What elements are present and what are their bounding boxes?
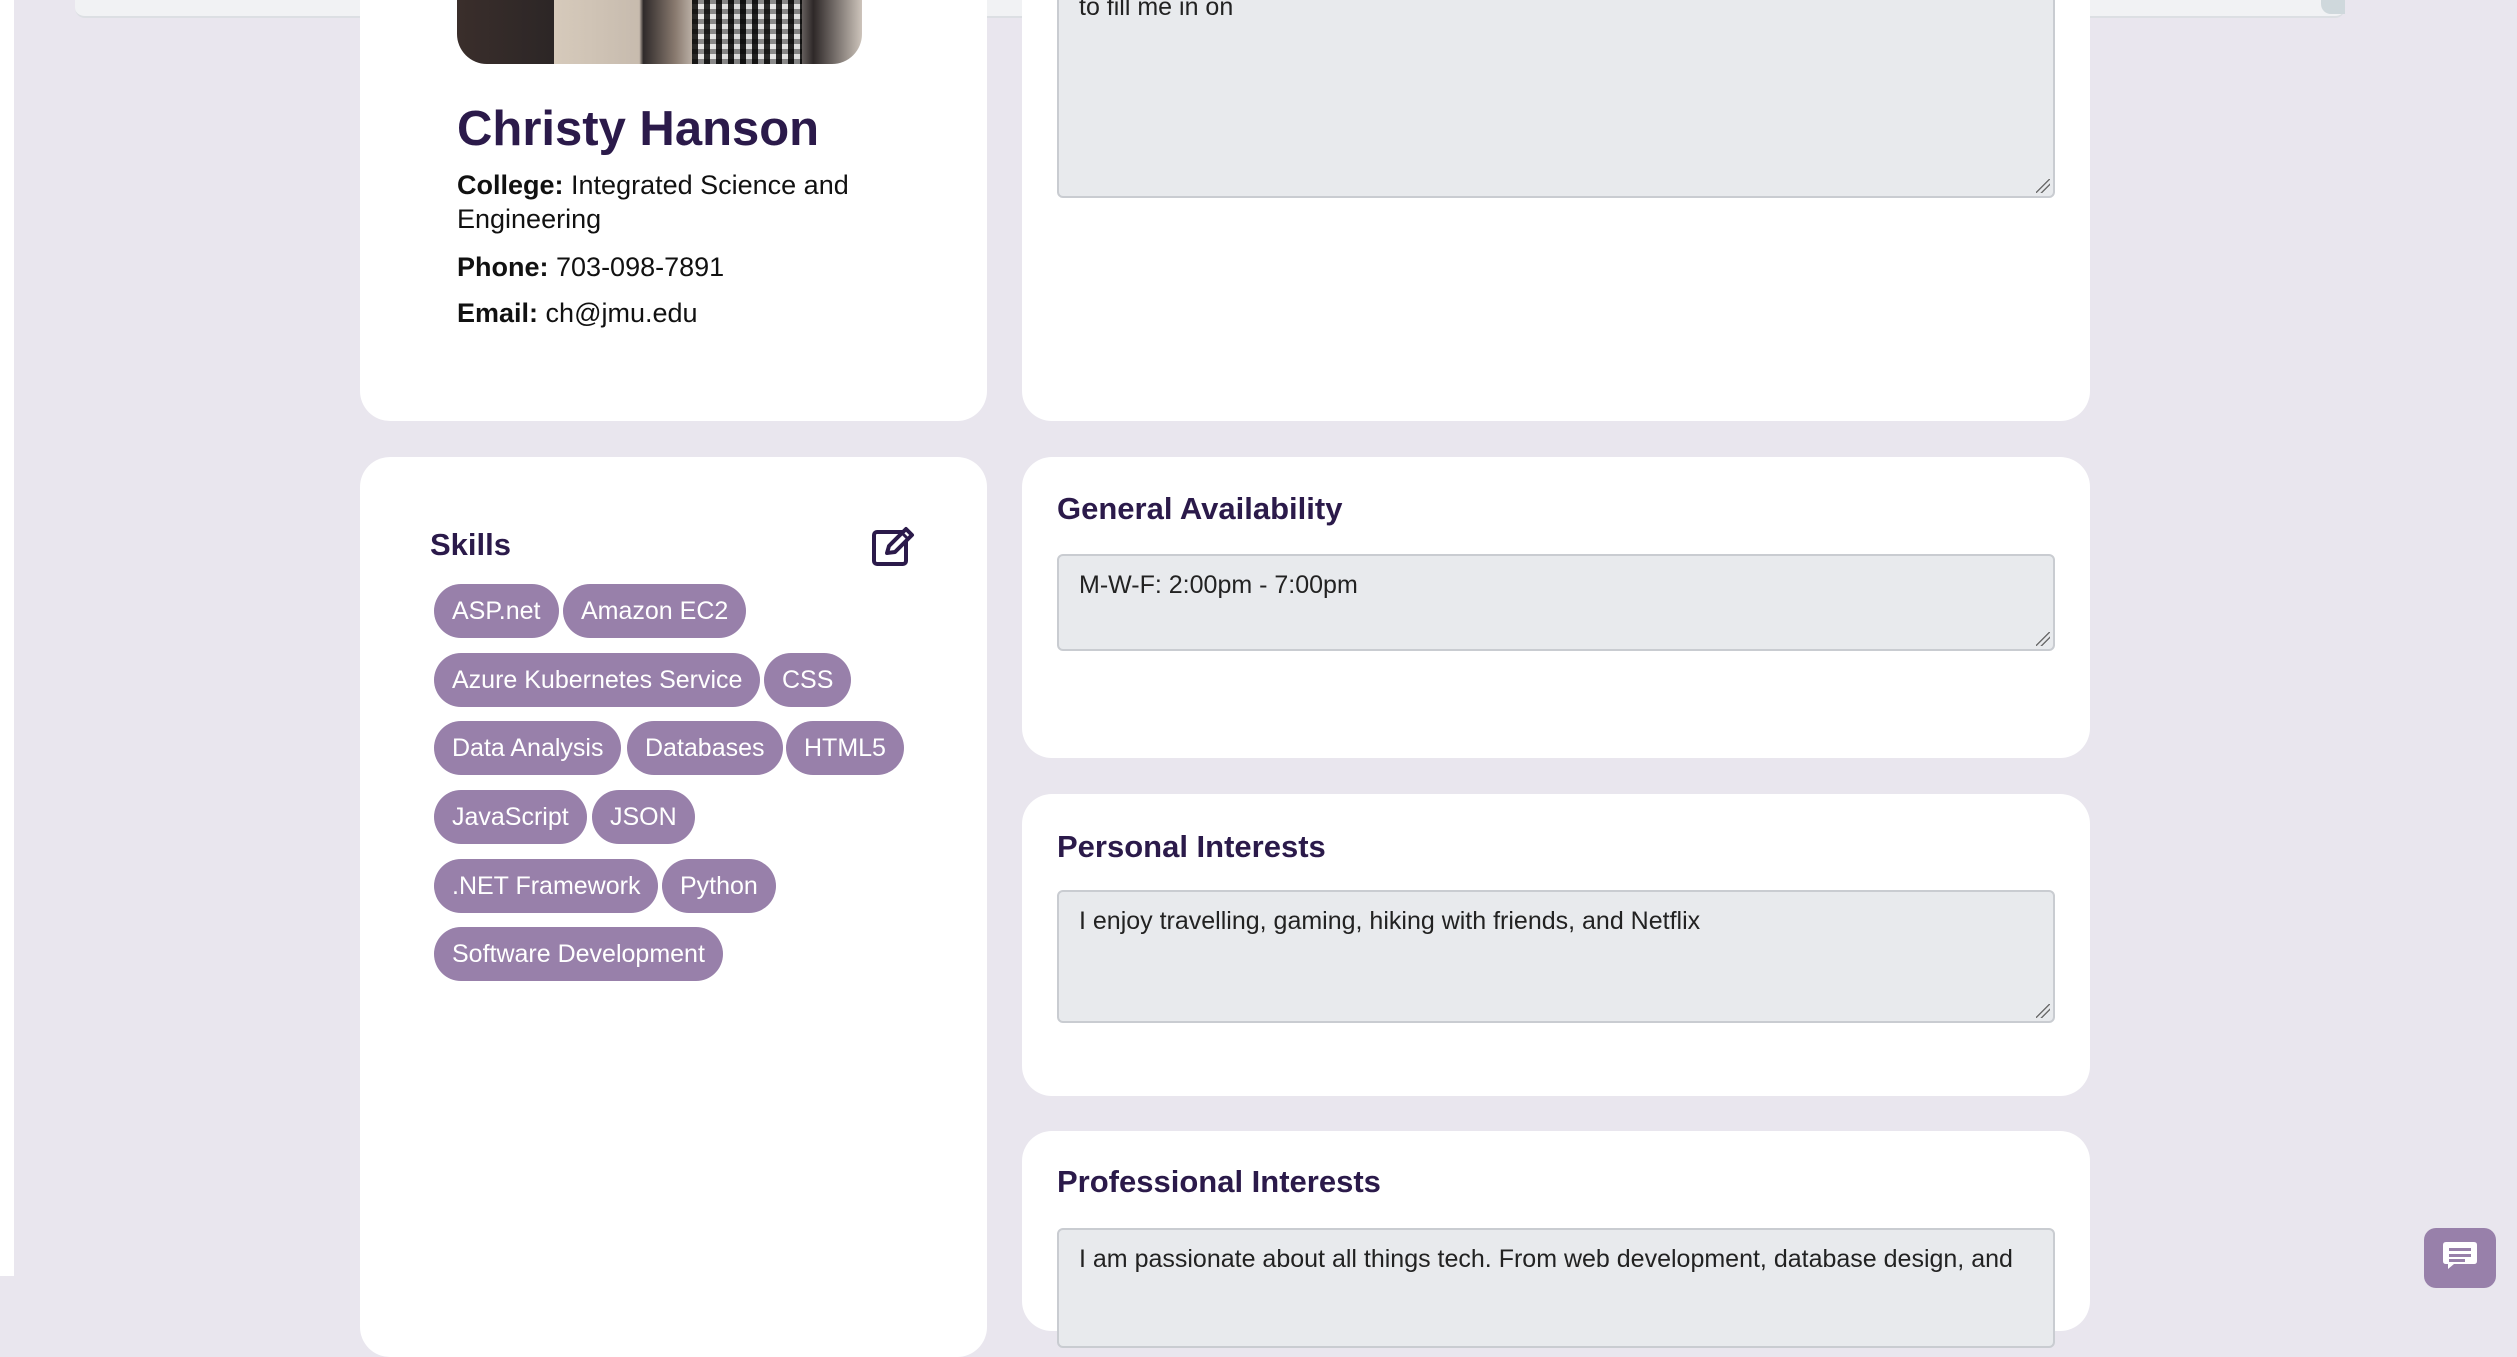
skill-chip[interactable]: Data Analysis <box>434 721 622 775</box>
about-text-fragment: to fill me in on <box>1079 0 1234 21</box>
skill-chip[interactable]: .NET Framework <box>434 859 659 913</box>
skills-title: Skills <box>430 527 511 562</box>
availability-value: M-W-F: 2:00pm - 7:00pm <box>1079 571 1358 599</box>
resize-handle-icon[interactable] <box>2036 632 2050 646</box>
about-card: to fill me in on <box>1022 0 2090 421</box>
availability-textarea[interactable]: M-W-F: 2:00pm - 7:00pm <box>1057 554 2055 651</box>
skill-chip[interactable]: JavaScript <box>434 790 587 844</box>
personal-interests-value: I enjoy travelling, gaming, hiking with … <box>1079 907 1701 935</box>
profile-card: Christy Hanson College: Integrated Scien… <box>360 0 987 421</box>
skill-chip[interactable]: HTML5 <box>786 721 904 775</box>
skill-chip[interactable]: ASP.net <box>434 584 559 638</box>
professional-interests-card: Professional Interests I am passionate a… <box>1022 1131 2090 1348</box>
window-left-edge <box>0 0 14 1276</box>
resize-handle-icon[interactable] <box>2036 179 2050 193</box>
professional-interests-value: I am passionate about all things tech. F… <box>1079 1245 2013 1273</box>
chat-icon <box>2443 1242 2477 1269</box>
chat-button[interactable] <box>2424 1228 2496 1288</box>
skills-card: Skills ASP.net Amazon EC2 Azure Kubernet… <box>360 457 987 1357</box>
profile-photo <box>457 0 862 64</box>
personal-interests-card: Personal Interests I enjoy travelling, g… <box>1022 794 2090 1096</box>
profile-name: Christy Hanson <box>457 102 820 156</box>
email-value: ch@jmu.edu <box>545 298 698 328</box>
profile-college: College: Integrated Science and Engineer… <box>457 168 897 236</box>
profile-photo-detail <box>692 0 802 64</box>
email-label: Email: <box>457 298 539 328</box>
college-label: College: <box>457 170 564 200</box>
profile-phone: Phone: 703-098-7891 <box>457 250 897 284</box>
edit-icon[interactable] <box>870 524 916 570</box>
about-textarea[interactable]: to fill me in on <box>1057 0 2055 198</box>
skill-chip[interactable]: Python <box>662 859 776 913</box>
professional-interests-title: Professional Interests <box>1057 1164 1381 1199</box>
phone-value: 703-098-7891 <box>556 252 725 282</box>
profile-email: Email: ch@jmu.edu <box>457 296 897 330</box>
skill-chip[interactable]: Software Development <box>434 927 723 981</box>
phone-label: Phone: <box>457 252 549 282</box>
toolbar-corner <box>2321 0 2345 14</box>
skill-chip[interactable]: JSON <box>592 790 695 844</box>
personal-interests-title: Personal Interests <box>1057 829 1326 864</box>
skill-chip[interactable]: Azure Kubernetes Service <box>434 653 761 707</box>
availability-title: General Availability <box>1057 491 1343 526</box>
resize-handle-icon[interactable] <box>2036 1004 2050 1018</box>
professional-interests-textarea[interactable]: I am passionate about all things tech. F… <box>1057 1228 2055 1348</box>
skill-chip[interactable]: Amazon EC2 <box>563 584 747 638</box>
availability-card: General Availability M-W-F: 2:00pm - 7:0… <box>1022 457 2090 758</box>
personal-interests-textarea[interactable]: I enjoy travelling, gaming, hiking with … <box>1057 890 2055 1023</box>
skill-chip[interactable]: Databases <box>627 721 783 775</box>
skill-chip[interactable]: CSS <box>764 653 852 707</box>
